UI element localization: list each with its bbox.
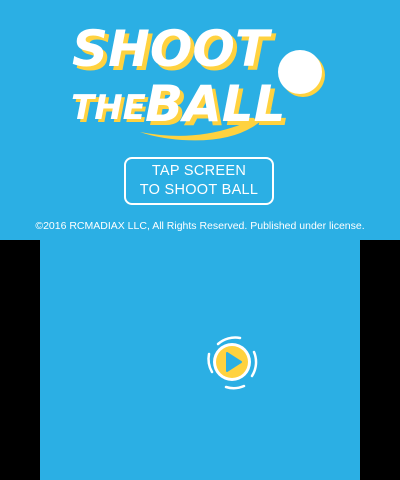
letterbox-left [0, 240, 40, 480]
tap-to-shoot-button[interactable]: TAP SCREEN TO SHOOT BALL [124, 157, 274, 205]
letterbox-right [360, 240, 400, 480]
copyright-notice: ©2016 RCMADIAX LLC, All Rights Reserved.… [35, 220, 365, 232]
bottom-screen[interactable] [40, 240, 360, 480]
tap-prompt-line1: TAP SCREEN [151, 163, 247, 179]
play-button[interactable] [200, 330, 264, 394]
play-icon[interactable] [200, 330, 264, 394]
ball-icon [278, 50, 322, 94]
top-screen[interactable]: SHOOT SHOOT THE THE BALL BALL TAP SCREEN… [0, 0, 400, 240]
game-logo: SHOOT SHOOT THE THE BALL BALL [71, 20, 325, 141]
logo-line2a: THE [71, 88, 146, 128]
tap-prompt-line2: TO SHOOT BALL [139, 182, 259, 198]
logo-line2b: BALL [145, 75, 286, 133]
logo-line1: SHOOT [72, 20, 273, 78]
